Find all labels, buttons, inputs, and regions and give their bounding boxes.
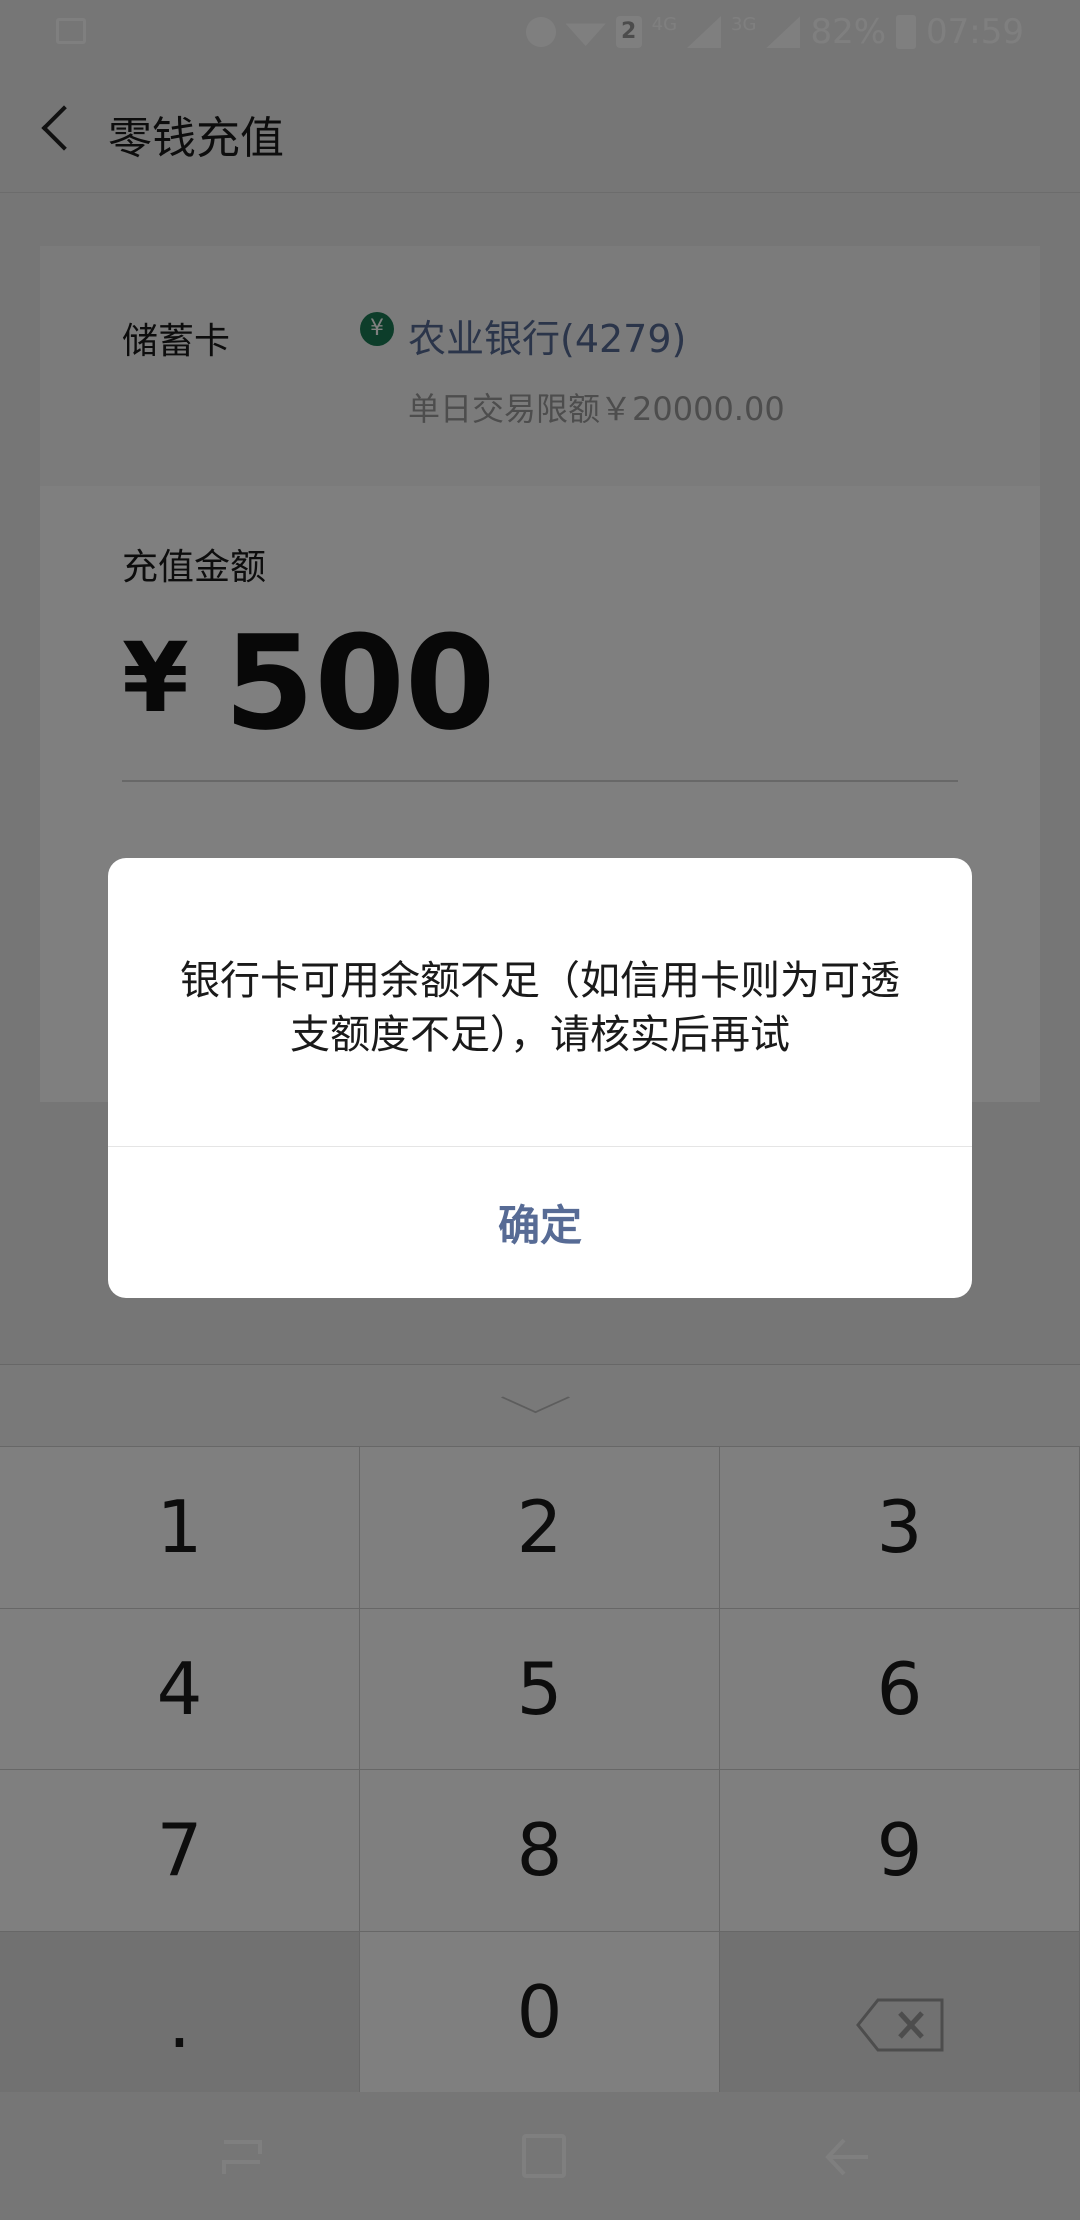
confirm-button[interactable]: 确定 [108, 1147, 972, 1298]
alert-dialog: 银行卡可用余额不足（如信用卡则为可透支额度不足），请核实后再试 确定 [108, 858, 972, 1298]
dialog-message: 银行卡可用余额不足（如信用卡则为可透支额度不足），请核实后再试 [180, 958, 900, 1058]
